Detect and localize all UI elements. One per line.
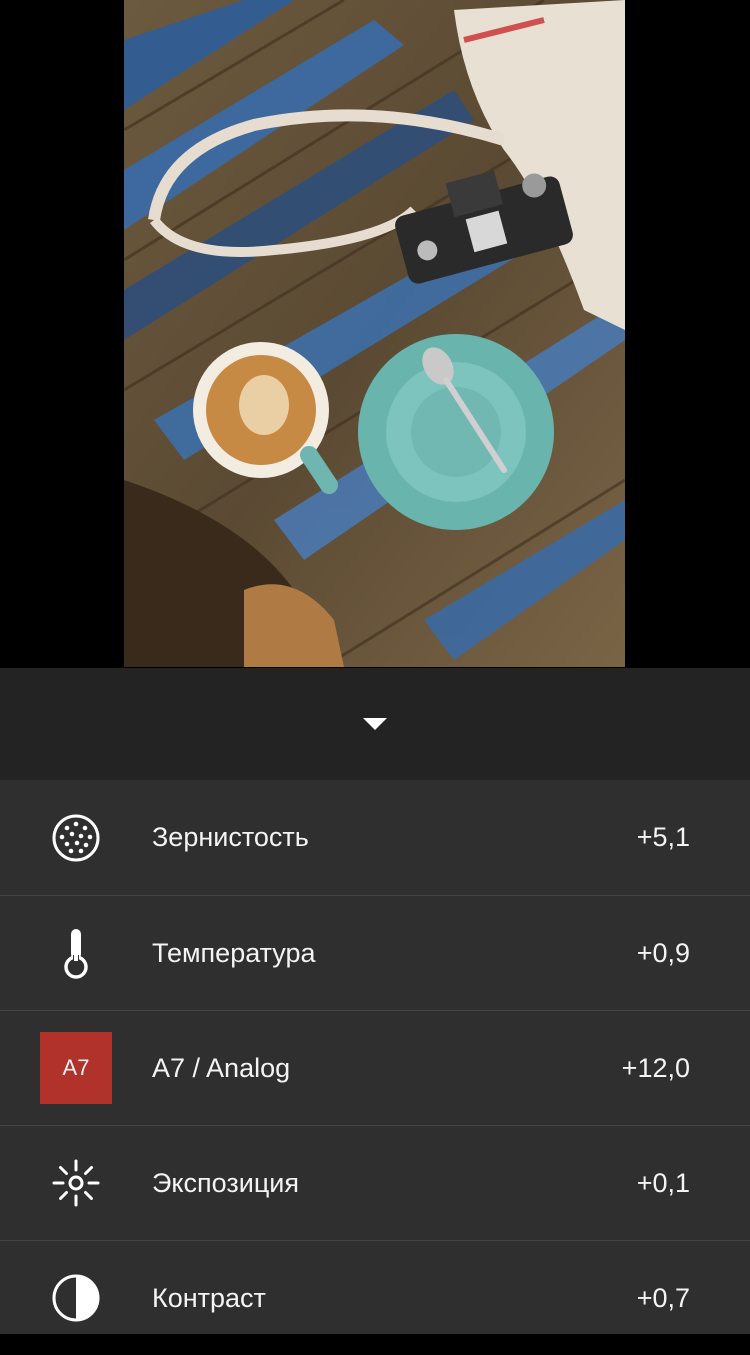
adjustment-label: Температура [152, 937, 316, 968]
adjustment-row-preset[interactable]: A7 A7 / Analog +12,0 [0, 1010, 750, 1125]
adjustments-panel: Зернистость +5,1 Температура +0,9 A7 A7 … [0, 668, 750, 1334]
sun-icon [40, 1147, 112, 1219]
adjustment-label: Контраст [152, 1282, 266, 1313]
adjustments-list: Зернистость +5,1 Температура +0,9 A7 A7 … [0, 780, 750, 1355]
preset-badge-label: A7 [40, 1032, 112, 1104]
adjustment-row-grain[interactable]: Зернистость +5,1 [0, 780, 750, 895]
adjustment-label: A7 / Analog [152, 1052, 291, 1083]
collapse-button[interactable] [345, 694, 405, 754]
adjustment-row-contrast[interactable]: Контраст +0,7 [0, 1240, 750, 1355]
photo-preview[interactable] [124, 0, 625, 667]
grain-icon [40, 802, 112, 874]
adjustment-value: +0,9 [636, 937, 690, 968]
adjustment-row-temperature[interactable]: Температура +0,9 [0, 895, 750, 1010]
photo-preview-area [0, 0, 750, 668]
adjustment-row-exposure[interactable]: Экспозиция +0,1 [0, 1125, 750, 1240]
adjustment-value: +0,7 [636, 1282, 690, 1313]
preset-badge: A7 [40, 1032, 112, 1104]
chevron-down-icon [363, 718, 387, 730]
adjustment-label: Экспозиция [152, 1167, 299, 1198]
thermometer-icon [40, 917, 112, 989]
adjustment-value: +12,0 [621, 1052, 690, 1083]
contrast-icon [40, 1262, 112, 1334]
adjustment-value: +5,1 [636, 822, 690, 852]
adjustment-label: Зернистость [152, 822, 309, 852]
collapse-bar [0, 668, 750, 780]
adjustment-value: +0,1 [636, 1167, 690, 1198]
